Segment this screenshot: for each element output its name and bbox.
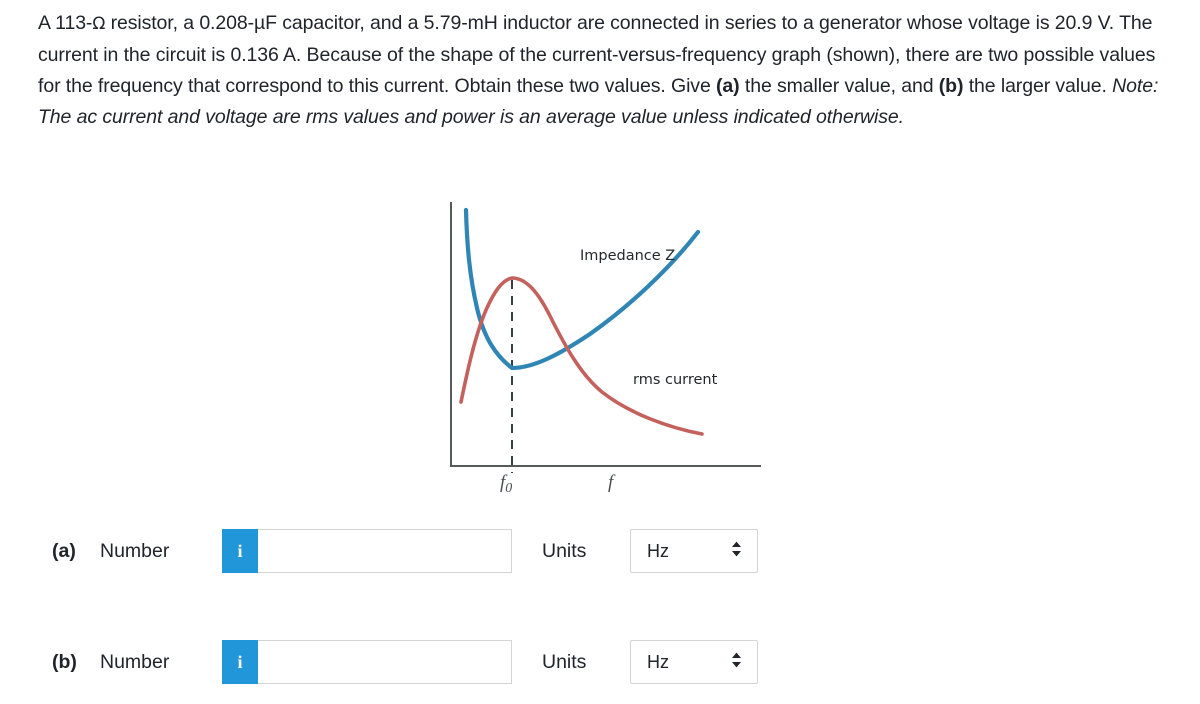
number-input-group-b: i — [222, 640, 512, 684]
number-input-group-a: i — [222, 529, 512, 573]
x-axis-label: f — [608, 472, 616, 493]
question-statement: A 113-Ω resistor, a 0.208-µF capacitor, … — [38, 8, 1166, 133]
resonance-graph-svg: Impedance Z rms current f0 f — [450, 202, 761, 496]
question-text-part-1: A 113- — [38, 12, 93, 34]
label-part-a: (a) — [716, 75, 740, 97]
part-label-a: (a) — [52, 539, 76, 562]
info-icon[interactable]: i — [222, 640, 258, 684]
chevron-up-down-icon — [730, 651, 743, 673]
answer-row-b: (b) Number i Units Hz — [52, 639, 1152, 685]
info-icon[interactable]: i — [222, 529, 258, 573]
units-select-b[interactable]: Hz — [630, 640, 758, 684]
units-label-a: Units — [542, 539, 587, 562]
x-tick-f0-label: f0 — [500, 472, 512, 496]
units-select-a[interactable]: Hz — [630, 529, 758, 573]
answer-input-a[interactable] — [258, 529, 512, 573]
answer-input-b[interactable] — [258, 640, 512, 684]
number-label-a: Number — [100, 539, 170, 562]
units-label-b: Units — [542, 650, 587, 673]
resonance-graph-figure: Impedance Z rms current f0 f — [430, 188, 790, 498]
question-text-part-4: the larger value. — [963, 75, 1113, 97]
question-text-part-3: the smaller value, and — [739, 75, 939, 97]
units-select-value-a: Hz — [647, 540, 669, 561]
impedance-curve — [463, 207, 701, 371]
answer-row-a: (a) Number i Units Hz — [52, 528, 1152, 574]
part-label-b: (b) — [52, 650, 77, 673]
impedance-label: Impedance Z — [580, 248, 675, 264]
ohm-symbol: Ω — [92, 14, 106, 34]
chevron-up-down-icon — [730, 540, 743, 562]
units-select-value-b: Hz — [647, 651, 669, 672]
rms-current-label: rms current — [633, 372, 718, 388]
label-part-b: (b) — [938, 75, 964, 97]
number-label-b: Number — [100, 650, 170, 673]
